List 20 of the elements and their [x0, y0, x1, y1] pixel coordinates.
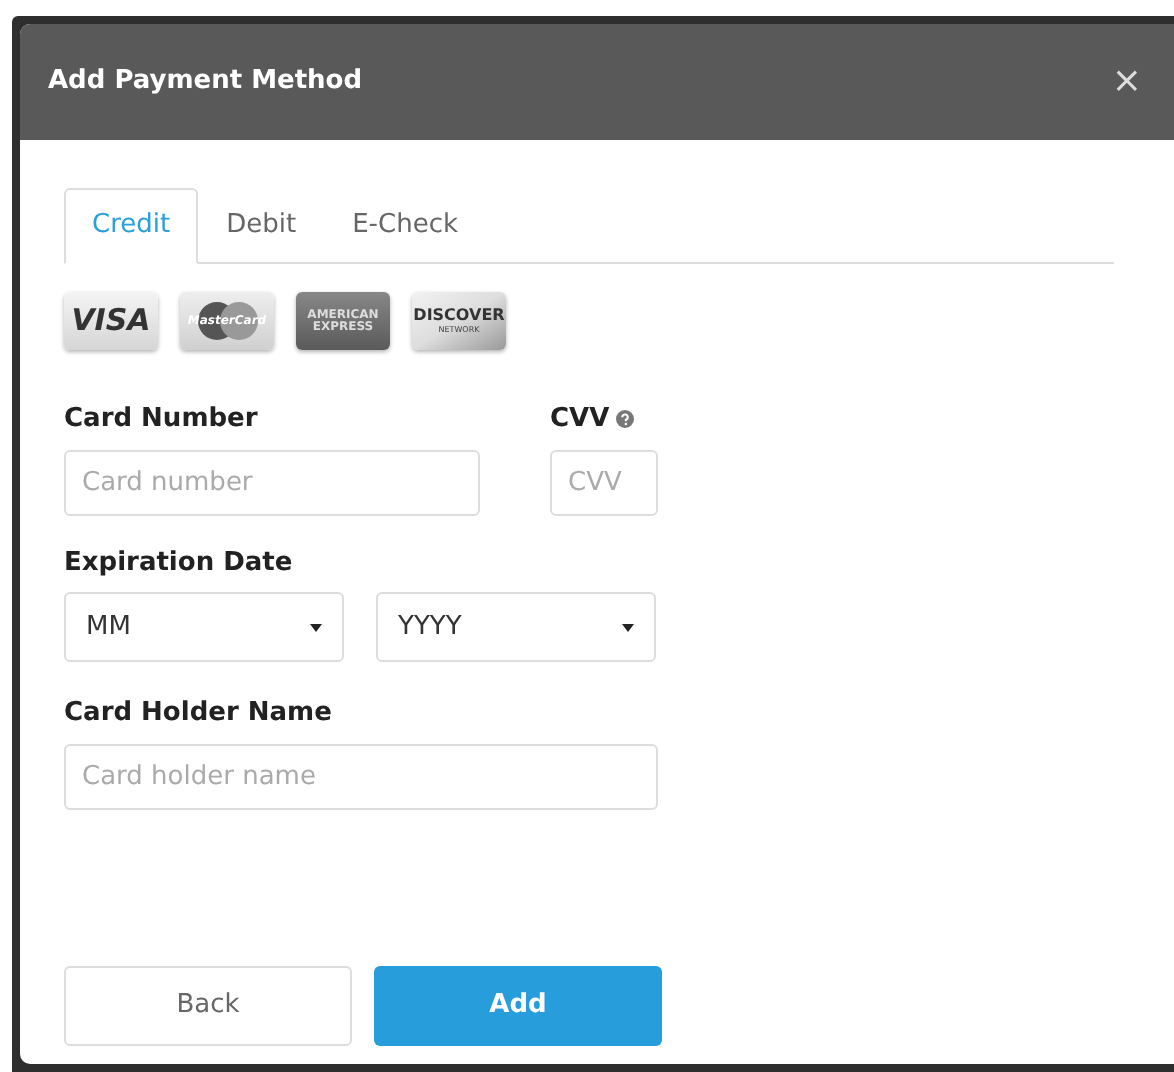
caret-icon: [622, 623, 634, 631]
tab[interactable]: Debit: [198, 188, 325, 264]
field-label: Card Holder Name: [64, 696, 334, 732]
select-dropdown[interactable]: YYYY: [376, 592, 656, 662]
card-holder-field[interactable]: Card holder name: [64, 743, 658, 809]
cvv-field[interactable]: CVV: [550, 449, 658, 515]
caret-icon: [310, 623, 322, 631]
card-number-field[interactable]: Card number: [64, 449, 480, 515]
field-label: Card Number: [64, 402, 260, 438]
field-label: Expiration Date: [64, 545, 295, 581]
back-button[interactable]: Back: [64, 965, 352, 1045]
select-dropdown[interactable]: MM: [64, 592, 344, 662]
tab[interactable]: Credit: [64, 188, 199, 264]
help-icon[interactable]: [615, 410, 634, 429]
field-label: CVV: [550, 402, 610, 438]
tab[interactable]: E-Check: [324, 188, 486, 264]
visa-card-logo: VISA: [64, 292, 158, 350]
add-button[interactable]: Add: [374, 965, 662, 1045]
dialog-title: Add Payment Method: [48, 64, 363, 101]
close-button[interactable]: ×: [1111, 64, 1142, 100]
